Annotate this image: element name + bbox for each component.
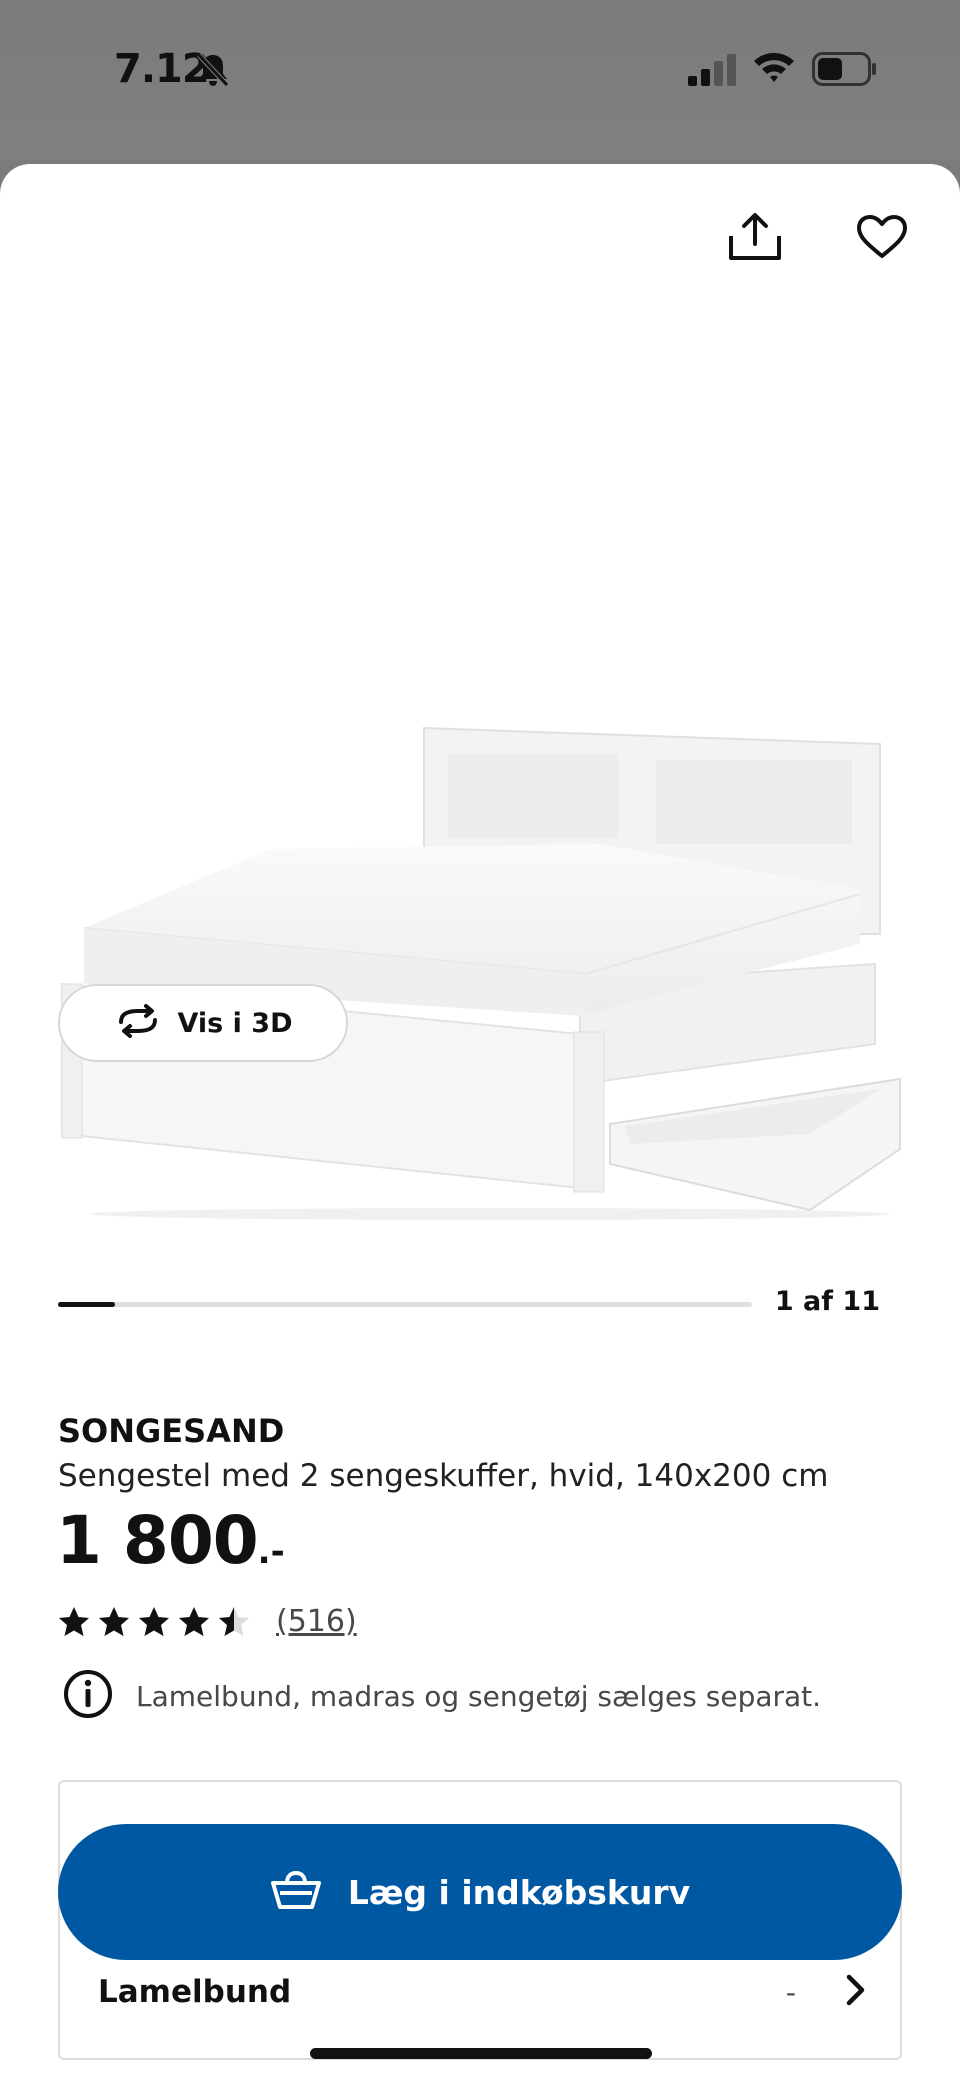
signal-icon — [688, 54, 738, 90]
add-to-cart-label: Læg i indkøbskurv — [347, 1872, 691, 1912]
battery-icon — [812, 52, 878, 90]
price-value: 1 800 — [56, 1502, 259, 1579]
chevron-right-icon — [844, 1973, 868, 2011]
heart-icon[interactable] — [856, 214, 908, 264]
status-bar: 7.12 — [0, 0, 960, 160]
option-value: - — [785, 1975, 796, 2009]
star-icon — [139, 1606, 169, 1636]
star-icon — [179, 1606, 209, 1636]
carousel-progress — [58, 1302, 752, 1307]
rating[interactable]: (516) — [58, 1604, 357, 1639]
share-icon[interactable] — [726, 212, 784, 266]
rotate-3d-icon — [113, 1004, 163, 1042]
info-note: Lamelbund, madras og sengetøj sælges sep… — [62, 1668, 821, 1724]
wifi-icon — [752, 50, 796, 88]
option-label: Lamelbund — [98, 1974, 292, 2010]
star-icon — [59, 1606, 89, 1636]
bed-image — [40, 544, 920, 1228]
carousel-progress-fill — [58, 1302, 115, 1307]
status-time: 7.12 — [114, 46, 210, 92]
carousel-counter: 1 af 11 — [774, 1286, 880, 1317]
bell-off-icon — [196, 52, 230, 92]
add-to-cart-button[interactable]: Læg i indkøbskurv — [58, 1824, 902, 1960]
product-price: 1 800.- — [56, 1502, 285, 1579]
info-note-text: Lamelbund, madras og sengetøj sælges sep… — [136, 1679, 822, 1713]
info-icon — [62, 1668, 114, 1724]
view-3d-label: Vis i 3D — [177, 1007, 293, 1039]
star-icon — [99, 1606, 129, 1636]
view-3d-button[interactable]: Vis i 3D — [58, 984, 348, 1062]
rating-stars — [58, 1606, 250, 1638]
home-indicator — [310, 2048, 652, 2059]
price-suffix: .- — [257, 1532, 285, 1572]
review-count-link[interactable]: (516) — [276, 1604, 357, 1639]
basket-icon — [270, 1869, 322, 1915]
star-icon — [219, 1606, 249, 1636]
product-description: Sengestel med 2 sengeskuffer, hvid, 140x… — [58, 1458, 829, 1494]
product-name: SONGESAND — [58, 1412, 285, 1450]
option-row-lamelbund[interactable]: Lamelbund - — [98, 1964, 868, 2020]
